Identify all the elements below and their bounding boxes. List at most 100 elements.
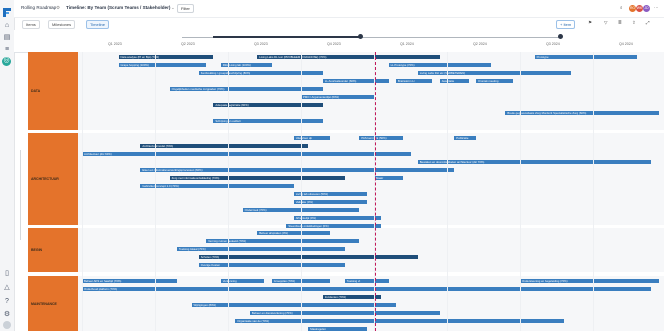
roadmap-item-bar[interactable]: Grape hopping (100%) bbox=[118, 63, 207, 67]
book-icon[interactable]: ▯ bbox=[3, 270, 11, 278]
roadmap-item-bar[interactable]: Verzorg ruimen gedeeld (70%) bbox=[206, 239, 360, 243]
roadmap-item-bar[interactable]: Living Labs DLI etc (VERBETEREN) bbox=[417, 71, 572, 75]
roadmap-item-bar[interactable]: Beheer AKS en haartijd (70%) bbox=[82, 279, 177, 283]
roadmap-item-bar[interactable]: Bewaken en doorontwikkelen architectuur … bbox=[417, 160, 652, 164]
avatar[interactable]: WK bbox=[636, 5, 643, 12]
chart-icon[interactable]: ▤ bbox=[3, 34, 11, 42]
roadmap-item-bar[interactable]: Afhankelijk (0%) bbox=[293, 216, 382, 220]
list-icon[interactable]: ≡ bbox=[3, 46, 11, 54]
time-range-selection[interactable] bbox=[213, 36, 361, 38]
roadmap-item-bar[interactable]: Prototype bbox=[534, 55, 637, 59]
flag-icon[interactable]: ⚑ bbox=[588, 20, 592, 26]
left-sidebar: ⌂ ▤ ≡ ◎ ▯ △ ? ⚙ bbox=[0, 0, 15, 331]
roadmap-item-bar[interactable]: Beheer afspraken (0%) bbox=[257, 231, 331, 235]
add-item-button[interactable]: + Item bbox=[556, 20, 576, 29]
sidebar-divider bbox=[20, 150, 21, 240]
roadmap-item-bar[interactable]: Data analyse (PI en Bpi) (70%) bbox=[118, 55, 214, 59]
roadmap-item-bar[interactable]: PMO / Argumentenlijst (60%) bbox=[301, 95, 374, 99]
roadmap-item-bar[interactable]: LL Auorisatieonder (60%) bbox=[322, 79, 389, 83]
avatar[interactable]: JD bbox=[643, 5, 650, 12]
roadmap-item-bar[interactable]: Scholen (70%) bbox=[198, 255, 418, 259]
home-icon[interactable]: ⌂ bbox=[3, 22, 11, 30]
gear-icon[interactable]: ⚙ bbox=[56, 5, 60, 11]
view-toolbar: Items Milestones Timeline + Item ⚑ ▽ ≣ ⇪… bbox=[14, 17, 664, 31]
roadmap-item-bar[interactable]: Incidenten (70%) bbox=[322, 295, 382, 299]
roadmap-item-bar[interactable]: Toetsing lokaal (70%) bbox=[176, 247, 345, 251]
share-icon[interactable]: ⇪ bbox=[632, 20, 636, 26]
help-icon[interactable]: ? bbox=[3, 298, 11, 306]
roadmap-item-bar[interactable]: Toetsing vt bbox=[344, 279, 389, 283]
roadmap-item-bar[interactable]: Architectuurmodel (70%) bbox=[140, 144, 309, 148]
quarter-label: Q2 2023 bbox=[181, 42, 195, 46]
roadmap-item-bar[interactable]: Ondersteuning en begeleiding (70%) bbox=[520, 279, 659, 283]
today-marker bbox=[375, 52, 376, 331]
roadmap-item-bar[interactable]: Uitwerken dp bbox=[293, 136, 331, 140]
roadmap-item-bar[interactable]: Kenbrekking / groepsbeschrijving (80%) bbox=[198, 71, 323, 75]
user-avatar-icon[interactable] bbox=[3, 321, 11, 329]
roadmap-item-bar[interactable]: Overige Kosten bbox=[198, 263, 345, 267]
roadmap-item-bar[interactable]: Living lab uitvoeren (50%) bbox=[293, 192, 367, 196]
quarter-gridline bbox=[374, 52, 375, 331]
expand-icon[interactable]: ⤢ bbox=[646, 20, 650, 25]
roadmap-item-bar[interactable]: Maatr bbox=[374, 176, 404, 180]
quarter-gridline bbox=[155, 52, 156, 331]
range-handle-start[interactable] bbox=[358, 34, 363, 39]
view-title[interactable]: Timeline: By Team (Scrum Teams / Stakeho… bbox=[66, 5, 170, 10]
avatar[interactable]: RG bbox=[629, 5, 636, 12]
quarter-label: Q3 2024 bbox=[546, 42, 560, 46]
roadmap-item-bar[interactable]: Adequate registratie (60%) bbox=[213, 103, 323, 107]
roadmap-item-bar[interactable]: Publicatie bbox=[454, 136, 477, 140]
roadmap-item-bar[interactable]: Schrijving en outbuit bbox=[213, 119, 323, 123]
quarter-gridline bbox=[82, 52, 83, 331]
tab-timeline[interactable]: Timeline bbox=[86, 20, 109, 29]
roadmap-item-bar[interactable]: Brede gegevensbasis Zorg Monitorit Speci… bbox=[505, 111, 659, 115]
top-bar: Rolling Roadmap ☆ ⚙ Timeline: By Team (S… bbox=[14, 0, 664, 18]
quarter-label: Q4 2024 bbox=[619, 42, 633, 46]
roadmap-item-bar[interactable]: LL Prototype (70%) bbox=[388, 63, 491, 67]
roadmap-item-bar[interactable]: Assortatie bbox=[439, 79, 469, 83]
quarter-label: Q1 2024 bbox=[400, 42, 414, 46]
roadmap-icon[interactable]: ◎ bbox=[2, 57, 11, 66]
roadmap-item-bar[interactable]: Zorg met informatieontwikkeling (70%) bbox=[169, 176, 345, 180]
roadmap-item-bar[interactable]: Living Labs DLI etc (PROBLEEM / DIAGNOSE… bbox=[257, 55, 440, 59]
roadmap-item-bar[interactable]: Organisatie van de (70%) bbox=[235, 319, 564, 323]
filter-icon[interactable]: ▽ bbox=[604, 20, 608, 26]
filter-button[interactable]: Filter bbox=[177, 4, 194, 13]
quarter-label: Q1 2023 bbox=[108, 42, 122, 46]
timeline-header: Q1 2023 Q2 2023 Q3 2023 Q4 2023 Q1 2024 Q2 20… bbox=[14, 30, 664, 53]
range-handle-end[interactable] bbox=[558, 34, 563, 39]
roadmap-item-bar[interactable]: PAS kenmerk (50%) bbox=[359, 136, 404, 140]
quarter-gridline bbox=[228, 52, 229, 331]
search-icon[interactable]: ⌕ bbox=[620, 5, 623, 10]
quarter-label: Q4 2023 bbox=[327, 42, 341, 46]
layers-icon[interactable]: ≣ bbox=[618, 20, 622, 26]
roadmap-item-bar[interactable]: Beheer en dienstverlening (70%) bbox=[249, 311, 440, 315]
lane-header-maintenance[interactable]: MAINTENANCE bbox=[28, 276, 78, 331]
quarter-gridline bbox=[447, 52, 448, 331]
roadmap-item-bar[interactable]: Gebruikersconcept 1.0 (70%) bbox=[140, 184, 294, 188]
roadmap-item-bar[interactable]: Brainstorm Lr bbox=[395, 79, 433, 83]
roadmap-item-bar[interactable]: Eisen en Informatieverwerkingsprocessen … bbox=[140, 168, 455, 172]
roadmap-item-bar[interactable]: Wijzigingen (80%) bbox=[191, 303, 396, 307]
roadmap-item-bar[interactable]: Validatie (0%) bbox=[293, 200, 367, 204]
lane-label: BEGIN bbox=[31, 248, 43, 252]
roadmap-item-bar[interactable]: Maatregelen bbox=[308, 327, 367, 331]
more-icon[interactable]: ⋯ bbox=[654, 5, 659, 11]
roadmap-item-bar[interactable]: Kroniek meeting bbox=[476, 79, 513, 83]
lane-label: MAINTENANCE bbox=[31, 301, 57, 306]
roadmap-item-bar[interactable]: Ongelijkheden medische zorgpaden (70%) bbox=[169, 87, 323, 91]
tab-milestones[interactable]: Milestones bbox=[48, 20, 76, 29]
star-icon[interactable]: ☆ bbox=[49, 5, 53, 11]
bell-icon[interactable]: △ bbox=[3, 284, 11, 292]
roadmap-item-bar[interactable]: Onderhoud platform (70%) bbox=[82, 287, 652, 291]
lane-header-begin[interactable]: BEGIN bbox=[28, 228, 78, 272]
tab-items[interactable]: Items bbox=[22, 20, 40, 29]
lane-header-data[interactable]: DATA bbox=[28, 52, 78, 130]
chevron-down-icon[interactable]: ⌄ bbox=[171, 5, 175, 11]
roadmap-item-bar[interactable]: Architectuur (dtc 60%) bbox=[82, 152, 411, 156]
quarter-gridline bbox=[301, 52, 302, 331]
settings-icon[interactable]: ⚙ bbox=[3, 311, 11, 319]
lane-background bbox=[78, 228, 664, 272]
lane-header-architectuur[interactable]: ARCHITECTUUR bbox=[28, 133, 78, 225]
lane-label: DATA bbox=[31, 89, 41, 93]
